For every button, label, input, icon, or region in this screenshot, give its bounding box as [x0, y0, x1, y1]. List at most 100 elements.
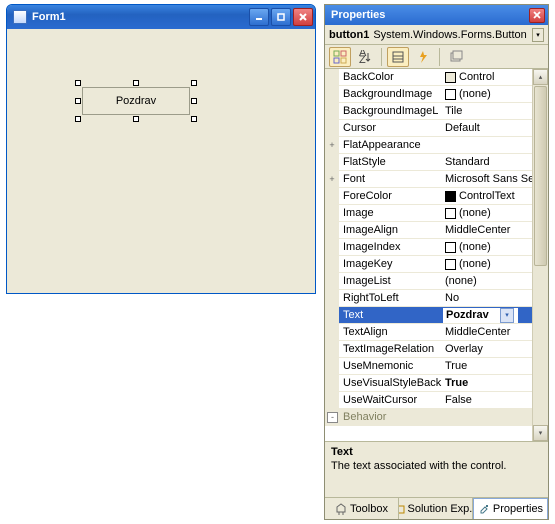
property-row[interactable]: RightToLeftNo: [325, 290, 532, 307]
category-row[interactable]: -Behavior: [325, 409, 532, 426]
property-row[interactable]: ImageKey(none): [325, 256, 532, 273]
properties-titlebar[interactable]: Properties: [325, 5, 548, 25]
scrollbar[interactable]: ▴ ▾: [532, 69, 548, 441]
property-row[interactable]: UseMnemonicTrue: [325, 358, 532, 375]
property-value-text: True: [445, 360, 467, 372]
resize-handle-bc[interactable]: [133, 116, 139, 122]
resize-handle-tr[interactable]: [191, 80, 197, 86]
tab-solution-label: Solution Exp...: [408, 503, 473, 515]
property-value-text: (none): [445, 275, 477, 287]
property-value[interactable]: Microsoft Sans Serif;: [443, 173, 532, 185]
tab-properties[interactable]: Properties: [473, 498, 548, 519]
property-row[interactable]: UseVisualStyleBackTrue: [325, 375, 532, 392]
property-value-text: False: [445, 394, 472, 406]
property-value[interactable]: Default: [443, 122, 532, 134]
property-value[interactable]: False: [443, 394, 532, 406]
property-value[interactable]: ControlText: [443, 190, 532, 202]
scroll-down-button[interactable]: ▾: [533, 425, 548, 441]
property-value[interactable]: MiddleCenter: [443, 326, 532, 338]
property-value[interactable]: Control: [443, 71, 532, 83]
events-button[interactable]: [412, 47, 434, 67]
resize-handle-bl[interactable]: [75, 116, 81, 122]
property-value[interactable]: Overlay: [443, 343, 532, 355]
property-value[interactable]: True: [443, 360, 532, 372]
form-titlebar[interactable]: Form1: [7, 5, 315, 29]
property-value[interactable]: Tile: [443, 105, 532, 117]
property-row[interactable]: FlatStyleStandard: [325, 154, 532, 171]
property-value[interactable]: (none): [443, 258, 532, 270]
property-value[interactable]: True: [443, 377, 532, 389]
property-value[interactable]: (none): [443, 275, 532, 287]
property-value[interactable]: Standard: [443, 156, 532, 168]
property-value[interactable]: MiddleCenter: [443, 224, 532, 236]
property-row[interactable]: BackgroundImageLTile: [325, 103, 532, 120]
chevron-down-icon[interactable]: ▾: [500, 308, 514, 323]
designer-button[interactable]: Pozdrav: [82, 87, 190, 115]
property-row[interactable]: BackgroundImage(none): [325, 86, 532, 103]
property-value-text: (none): [459, 241, 491, 253]
property-value[interactable]: No: [443, 292, 532, 304]
property-row[interactable]: UseWaitCursorFalse: [325, 392, 532, 409]
property-row[interactable]: ImageList(none): [325, 273, 532, 290]
property-row[interactable]: ImageAlignMiddleCenter: [325, 222, 532, 239]
property-row[interactable]: ForeColorControlText: [325, 188, 532, 205]
property-value-text: MiddleCenter: [445, 326, 510, 338]
tab-solution-explorer[interactable]: Solution Exp...: [399, 498, 473, 519]
tab-properties-label: Properties: [493, 503, 543, 515]
object-type: System.Windows.Forms.Button: [373, 29, 532, 41]
property-row[interactable]: BackColor Control: [325, 69, 532, 86]
property-name: BackColor: [339, 71, 443, 83]
alphabetical-button[interactable]: AZ: [354, 47, 376, 67]
row-gutter: [325, 307, 339, 323]
object-selector[interactable]: button1 System.Windows.Forms.Button ▾: [325, 25, 548, 45]
resize-handle-br[interactable]: [191, 116, 197, 122]
row-gutter: +: [325, 171, 339, 187]
toolbar-separator: [381, 48, 382, 66]
property-name: Font: [339, 173, 443, 185]
property-value-text: Control: [459, 71, 494, 83]
maximize-button[interactable]: [271, 8, 291, 26]
property-value-text: True: [445, 377, 468, 389]
property-row[interactable]: TextAlignMiddleCenter: [325, 324, 532, 341]
selection-handles[interactable]: Pozdrav: [78, 83, 194, 119]
resize-handle-mr[interactable]: [191, 98, 197, 104]
property-row[interactable]: +FlatAppearance: [325, 137, 532, 154]
property-value-text: Standard: [445, 156, 490, 168]
property-value-text: Default: [445, 122, 480, 134]
property-row[interactable]: CursorDefault: [325, 120, 532, 137]
object-dropdown-icon[interactable]: ▾: [532, 28, 544, 42]
description-title: Text: [331, 446, 542, 458]
form-design-surface[interactable]: Pozdrav: [7, 29, 315, 293]
resize-handle-tl[interactable]: [75, 80, 81, 86]
minimize-button[interactable]: [249, 8, 269, 26]
property-name: ImageAlign: [339, 224, 443, 236]
property-row[interactable]: TextImageRelationOverlay: [325, 341, 532, 358]
toolbox-icon: [335, 503, 347, 515]
property-value[interactable]: (none): [443, 88, 532, 100]
row-gutter: [325, 69, 339, 85]
scroll-thumb[interactable]: [534, 86, 547, 266]
form-designer-window: Form1 Pozdrav: [6, 4, 316, 294]
color-swatch: [445, 72, 456, 83]
property-name: UseVisualStyleBack: [339, 377, 443, 389]
property-grid[interactable]: BackColor Control BackgroundImage(none)Bac…: [325, 69, 532, 441]
tab-toolbox-label: Toolbox: [350, 503, 388, 515]
properties-button[interactable]: [387, 47, 409, 67]
resize-handle-ml[interactable]: [75, 98, 81, 104]
property-value-text: Overlay: [445, 343, 483, 355]
property-value-text: Pozdrav: [446, 309, 489, 321]
scroll-up-button[interactable]: ▴: [533, 69, 548, 85]
row-gutter: [325, 188, 339, 204]
property-row[interactable]: Image(none): [325, 205, 532, 222]
property-row[interactable]: ImageIndex(none): [325, 239, 532, 256]
close-button[interactable]: [293, 8, 313, 26]
properties-close-button[interactable]: [529, 8, 545, 23]
property-value[interactable]: (none): [443, 241, 532, 253]
property-value[interactable]: (none): [443, 207, 532, 219]
tab-toolbox[interactable]: Toolbox: [325, 498, 399, 519]
property-row[interactable]: +FontMicrosoft Sans Serif;: [325, 171, 532, 188]
resize-handle-tc[interactable]: [133, 80, 139, 86]
categorized-button[interactable]: [329, 47, 351, 67]
property-row[interactable]: TextPozdrav▾: [325, 307, 532, 324]
property-pages-button[interactable]: [445, 47, 467, 67]
